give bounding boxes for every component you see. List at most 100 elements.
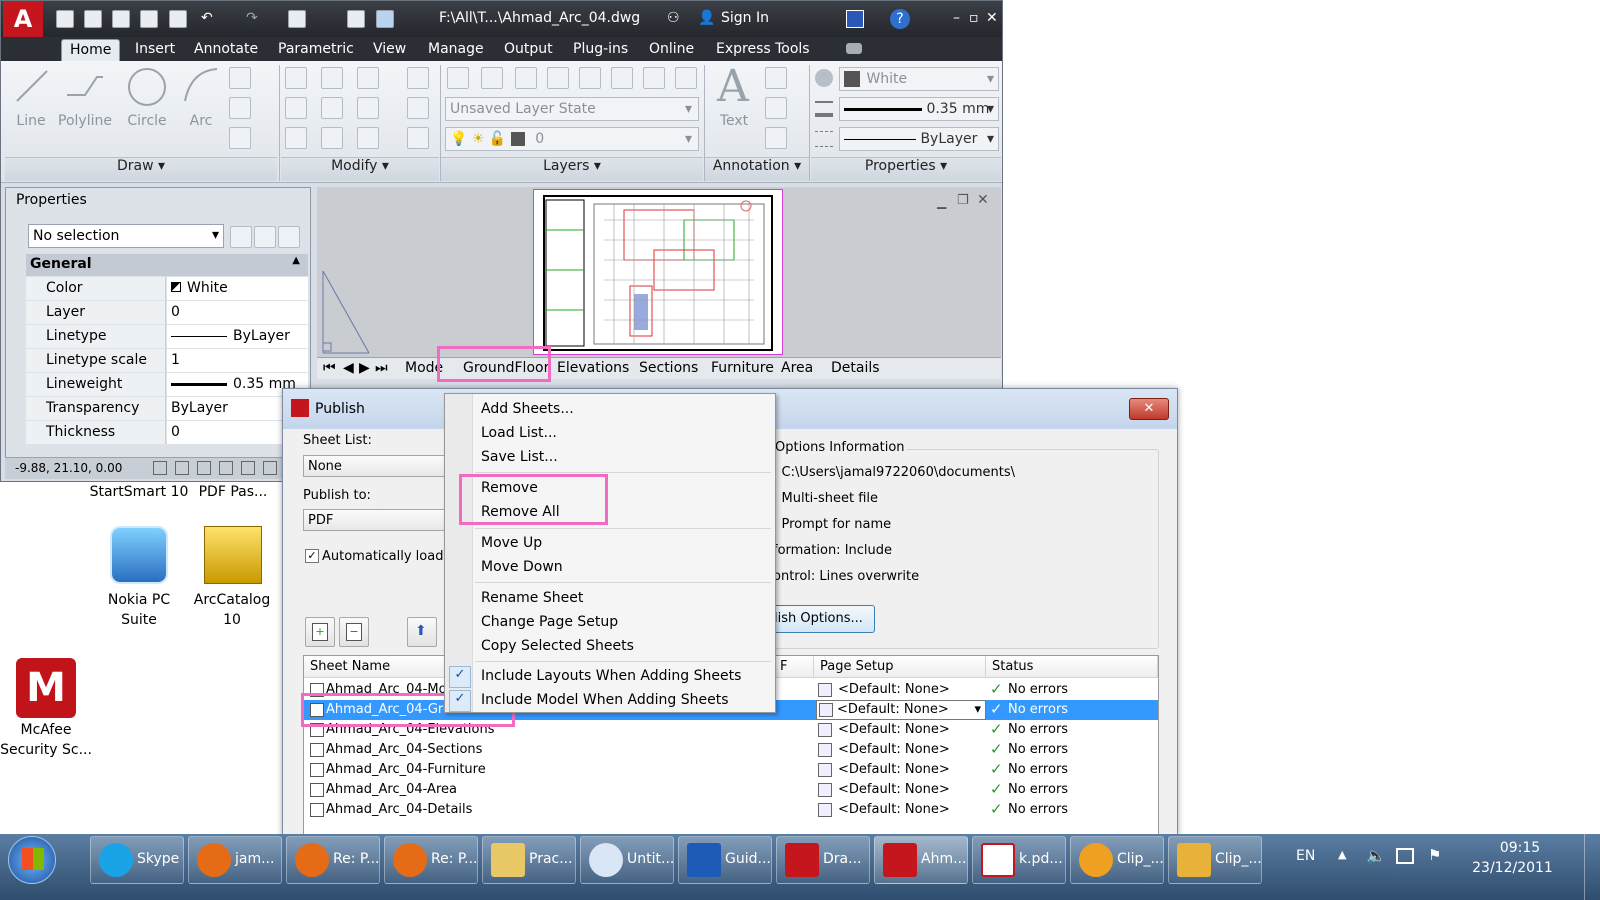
layer-icon-8[interactable] xyxy=(675,67,697,89)
mirror-icon[interactable] xyxy=(321,97,343,119)
menu-change-page-setup[interactable]: Change Page Setup xyxy=(481,614,618,630)
layer-icon-6[interactable] xyxy=(611,67,633,89)
select-objects-icon[interactable] xyxy=(254,226,276,248)
show-desktop-button[interactable] xyxy=(1584,834,1598,900)
clock-date[interactable]: 23/12/2011 xyxy=(1455,860,1570,876)
menu-save-list[interactable]: Save List... xyxy=(481,449,558,465)
ribbon-minimize-icon[interactable] xyxy=(846,43,862,54)
next-tab-icon[interactable]: ▶ xyxy=(359,360,370,376)
prev-tab-icon[interactable]: ◀ xyxy=(343,360,354,376)
annotation-panel-title[interactable]: Annotation ▾ xyxy=(705,157,809,181)
tab-manage[interactable]: Manage xyxy=(420,39,492,61)
move-icon[interactable] xyxy=(285,67,307,89)
line-icon[interactable] xyxy=(11,65,51,105)
trim-icon[interactable] xyxy=(357,67,379,89)
layer-icon-4[interactable] xyxy=(547,67,569,89)
minimize-icon[interactable]: – xyxy=(953,10,960,26)
save-icon[interactable] xyxy=(112,10,130,28)
volume-icon[interactable]: 🔈 xyxy=(1366,846,1386,865)
move-up-button[interactable]: ⬆ xyxy=(407,617,437,647)
rectangle-icon[interactable] xyxy=(229,67,251,89)
taskbar-paint[interactable]: Untit... xyxy=(580,836,674,884)
prop-row-linetype-scale[interactable]: Linetype scale 1 xyxy=(26,349,308,372)
offset-icon[interactable] xyxy=(407,127,429,149)
tab-annotate[interactable]: Annotate xyxy=(186,39,266,61)
osnap-icon[interactable] xyxy=(241,461,255,475)
tab-online[interactable]: Online xyxy=(641,39,702,61)
first-tab-icon[interactable]: ⏮ xyxy=(323,360,336,376)
taskbar-firefox-2[interactable]: Re: P... xyxy=(286,836,380,884)
table-row[interactable]: Ahmad_Arc_04-Sections <Default: None> ✓ N… xyxy=(304,740,1158,760)
viewport-minimize-icon[interactable]: ▁ xyxy=(937,195,946,209)
arc-icon[interactable] xyxy=(181,65,221,105)
taskbar-skype[interactable]: Skype xyxy=(90,836,184,884)
taskbar-pdf[interactable]: k.pd... xyxy=(972,836,1066,884)
clock-time[interactable]: 09:15 xyxy=(1470,840,1570,856)
prop-row-thickness[interactable]: Thickness 0 xyxy=(26,421,308,444)
network-icon[interactable] xyxy=(1396,848,1414,864)
nokia-pc-suite-label[interactable]: Nokia PC Suite xyxy=(86,590,192,630)
hatch-icon[interactable] xyxy=(229,97,251,119)
menu-move-up[interactable]: Move Up xyxy=(481,535,542,551)
help-icon[interactable]: ? xyxy=(890,9,910,29)
col-page-setup[interactable]: Page Setup xyxy=(814,656,986,678)
selection-combo[interactable]: No selection ▾ xyxy=(28,224,224,248)
menu-include-model[interactable]: Include Model When Adding Sheets xyxy=(481,692,729,708)
properties-panel-title[interactable]: Properties ▾ xyxy=(811,157,1001,181)
exchange-icon[interactable] xyxy=(846,10,864,28)
taskbar-word[interactable]: Guid... xyxy=(678,836,772,884)
match-properties-icon[interactable] xyxy=(815,69,833,87)
snap-icon[interactable] xyxy=(153,461,167,475)
lineweight-icon[interactable] xyxy=(815,101,833,117)
linetype-icon[interactable] xyxy=(815,131,833,147)
prop-row-transparency[interactable]: Transparency ByLayer xyxy=(26,397,308,420)
taskbar-autocad-2[interactable]: Ahm... xyxy=(874,836,968,884)
linetype-combo[interactable]: ByLayer ▾ xyxy=(839,127,999,151)
last-tab-icon[interactable]: ⏭ xyxy=(375,360,388,376)
page-setup-combo[interactable]: <Default: None> ▾ xyxy=(816,700,986,720)
redo-icon[interactable]: ↷ xyxy=(246,10,258,26)
polyline-icon[interactable] xyxy=(63,65,107,105)
taskbar-firefox-3[interactable]: Re: P... xyxy=(384,836,478,884)
dimension-icon[interactable] xyxy=(765,67,787,89)
prop-row-layer[interactable]: Layer 0 xyxy=(26,301,308,324)
otrack-icon[interactable] xyxy=(263,461,277,475)
prop-row-color[interactable]: Color White xyxy=(26,277,308,300)
tab-sections[interactable]: Sections xyxy=(639,360,698,376)
toggle-pickadd-icon[interactable] xyxy=(230,226,252,248)
table-row[interactable]: Ahmad_Arc_04-Details <Default: None> ✓ No… xyxy=(304,800,1158,820)
layer-icon-2[interactable] xyxy=(481,67,503,89)
explode-icon[interactable] xyxy=(407,97,429,119)
dialog-close-button[interactable]: ✕ xyxy=(1129,398,1169,420)
layer-icon-7[interactable] xyxy=(643,67,665,89)
quick-select-icon[interactable] xyxy=(278,226,300,248)
menu-include-layouts[interactable]: Include Layouts When Adding Sheets xyxy=(481,668,741,684)
layer-icon-3[interactable] xyxy=(515,67,537,89)
modify-panel-title[interactable]: Modify ▾ xyxy=(281,157,439,181)
table-row[interactable]: Ahmad_Arc_04-Area <Default: None> ✓ No er… xyxy=(304,780,1158,800)
general-section-header[interactable]: General ▲ xyxy=(26,254,308,276)
menu-copy-selected-sheets[interactable]: Copy Selected Sheets xyxy=(481,638,634,654)
binoculars-icon[interactable]: ⚇ xyxy=(667,10,680,26)
leader-icon[interactable] xyxy=(765,97,787,119)
grid-icon[interactable] xyxy=(175,461,189,475)
mcafee-icon[interactable]: M xyxy=(16,658,76,718)
taskbar-clip-2[interactable]: Clip_... xyxy=(1168,836,1262,884)
user-icon[interactable]: 👤 xyxy=(698,10,715,26)
draw-panel-title[interactable]: Draw ▾ xyxy=(5,157,277,181)
tab-area[interactable]: Area xyxy=(781,360,813,376)
action-center-icon[interactable]: ⚑ xyxy=(1428,846,1441,864)
scale-icon[interactable] xyxy=(321,127,343,149)
tab-express-tools[interactable]: Express Tools xyxy=(708,39,818,61)
copy-icon[interactable] xyxy=(285,97,307,119)
auto-load-checkbox[interactable]: ✓ xyxy=(305,549,319,563)
match-icon[interactable] xyxy=(288,10,306,28)
mcafee-label[interactable]: McAfee Security Sc... xyxy=(0,720,92,760)
fillet-icon[interactable] xyxy=(357,97,379,119)
tab-insert[interactable]: Insert xyxy=(127,39,183,61)
undo-icon[interactable]: ↶ xyxy=(201,10,213,26)
layers-panel-title[interactable]: Layers ▾ xyxy=(441,157,703,181)
col-status[interactable]: Status xyxy=(986,656,1158,678)
layer-combo[interactable]: 💡 ☀ 🔓 0 ▾ xyxy=(445,127,699,151)
restore-icon[interactable]: ▫ xyxy=(969,10,979,26)
